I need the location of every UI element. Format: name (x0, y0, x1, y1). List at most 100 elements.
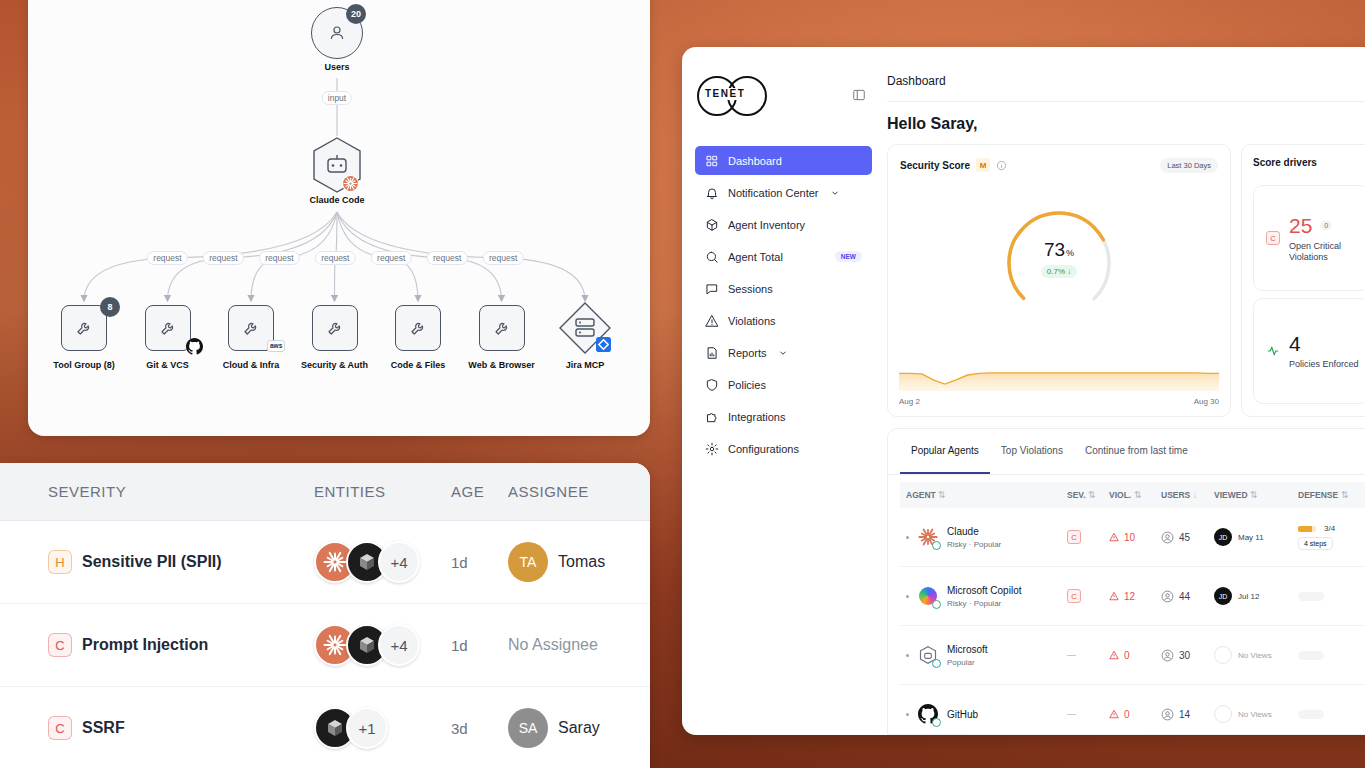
sidebar-item[interactable]: Reports (695, 338, 872, 367)
user-count: 44 (1179, 591, 1190, 602)
info-icon[interactable] (996, 160, 1007, 171)
warning-icon (1109, 650, 1119, 660)
date-range-pill[interactable]: Last 30 Days (1160, 158, 1218, 173)
table-row[interactable]: GitHub—014No Views (900, 685, 1365, 735)
sidebar-toggle-icon[interactable] (852, 88, 866, 102)
more-entities-count[interactable]: +1 (346, 707, 388, 749)
card-title: Security Score (900, 160, 970, 171)
table-row[interactable]: HSensitive PII (SPII)+41dTATomas (0, 521, 650, 604)
table-row[interactable]: CSSRF+13dSASaray (0, 687, 650, 768)
tenet-logo[interactable]: TENET (695, 75, 767, 115)
tool-node[interactable] (142, 302, 194, 354)
column-header[interactable]: USERS ↓ (1155, 490, 1208, 500)
tool-box (61, 305, 107, 351)
sidebar-item[interactable]: Agent Inventory (695, 210, 872, 239)
sidebar-item[interactable]: Violations (695, 306, 872, 335)
violation-title: Prompt Injection (82, 636, 208, 654)
dashboard-window: TENET Dashboard Notification Center Agent I… (682, 47, 1365, 735)
search-icon (705, 250, 719, 264)
tool-node[interactable] (559, 302, 611, 354)
driver-card[interactable]: 4Policies Enforced (1253, 298, 1365, 404)
sidebar-item[interactable]: Dashboard (695, 146, 872, 175)
viewed-date: Jul 12 (1238, 592, 1259, 601)
score-value: 73% (1044, 239, 1074, 261)
sidebar-item[interactable]: Integrations (695, 402, 872, 431)
grade-badge: M (976, 158, 990, 172)
sidebar-item[interactable]: Policies (695, 370, 872, 399)
aws-badge: aws (267, 340, 285, 352)
new-badge: NEW (835, 251, 862, 262)
row-dot (906, 536, 909, 539)
column-header[interactable]: AGE (451, 483, 508, 500)
users-node[interactable]: 20 (311, 7, 363, 59)
severity-badge: C (48, 716, 72, 740)
assignee-name[interactable]: No Assignee (508, 636, 598, 654)
column-header[interactable]: VIEWED ⇅ (1208, 490, 1292, 500)
tool-label: Security & Auth (285, 360, 385, 370)
column-header[interactable]: SEVERITY (48, 483, 314, 500)
defense-steps[interactable]: 4 steps (1298, 537, 1333, 550)
puzzle-icon (705, 410, 719, 424)
assignee-name[interactable]: Tomas (558, 553, 605, 571)
defense-bar (1298, 526, 1316, 532)
tool-node[interactable] (309, 302, 361, 354)
tool-node[interactable]: 8 (58, 302, 110, 354)
table-row[interactable]: ClaudeRisky · PopularC1045JDMay 113/44 s… (900, 508, 1365, 567)
warning-icon (1109, 532, 1119, 542)
tab[interactable]: Top Violations (990, 429, 1074, 474)
column-header[interactable]: AGENT ⇅ (900, 490, 1061, 500)
tool-node[interactable] (392, 302, 444, 354)
tab[interactable]: Continue from last time (1074, 429, 1199, 474)
row-dot (906, 595, 909, 598)
assignee-avatar: SA (508, 708, 548, 748)
column-header[interactable]: ASSIGNEE (508, 483, 650, 500)
assignee-name[interactable]: Saray (558, 719, 600, 737)
sidebar-item[interactable]: Configurations (695, 434, 872, 463)
sidebar-item[interactable]: Agent TotalNEW (695, 242, 872, 271)
tab[interactable]: Popular Agents (900, 429, 990, 474)
sidebar-item[interactable]: Notification Center (695, 178, 872, 207)
agent-node[interactable] (312, 137, 362, 193)
request-edge-label: request (203, 251, 243, 265)
driver-label: Open Critical Violations (1289, 241, 1363, 263)
age: 1d (451, 637, 508, 654)
driver-value: 4 (1289, 332, 1301, 356)
violation-title: Sensitive PII (SPII) (82, 553, 222, 571)
verified-badge (932, 718, 941, 727)
wrench-icon (75, 319, 93, 337)
column-header[interactable]: ENTITIES (314, 483, 451, 500)
column-header[interactable]: DEFENSE ⇅ (1292, 490, 1365, 500)
request-edge (168, 212, 338, 301)
driver-count: 0 (1320, 221, 1332, 230)
user-icon (1161, 590, 1174, 603)
more-entities-count[interactable]: +4 (378, 624, 420, 666)
table-row[interactable]: CPrompt Injection+41dNo Assignee (0, 604, 650, 687)
tool-box (312, 305, 358, 351)
column-header[interactable]: VIOL. ⇅ (1103, 490, 1155, 500)
severity-empty: — (1067, 650, 1076, 660)
column-header[interactable]: SEV. ⇅ (1061, 490, 1103, 500)
users-count-badge: 20 (346, 4, 366, 24)
agent-name: GitHub (947, 709, 978, 720)
chevron-down-icon (830, 188, 840, 198)
tool-node[interactable] (476, 302, 528, 354)
x-axis-label: Aug 2 (899, 397, 920, 406)
table-header: AGENT ⇅SEV. ⇅VIOL. ⇅USERS ↓VIEWED ⇅DEFEN… (900, 482, 1365, 508)
tool-count-badge: 8 (100, 297, 120, 317)
request-edge-label: request (147, 251, 187, 265)
violation-title: SSRF (82, 719, 125, 737)
table-row[interactable]: Microsoft CopilotRisky · PopularC1244JDJ… (900, 567, 1365, 626)
gauge-track (1003, 207, 1115, 319)
age: 1d (451, 554, 508, 571)
sidebar-item[interactable]: Sessions (695, 274, 872, 303)
agent-tags: Risky · Popular (947, 540, 1001, 549)
viewer-avatar: JD (1214, 587, 1232, 605)
table-row[interactable]: MicrosoftPopular—030No Views (900, 626, 1365, 685)
more-entities-count[interactable]: +4 (378, 541, 420, 583)
user-icon (328, 24, 346, 42)
tool-node[interactable]: aws (225, 302, 277, 354)
trend-area (899, 373, 1219, 391)
driver-card[interactable]: C250Open Critical Violations (1253, 185, 1365, 291)
sidebar: TENET Dashboard Notification Center Agent I… (682, 47, 872, 735)
request-edge-label: request (259, 251, 299, 265)
